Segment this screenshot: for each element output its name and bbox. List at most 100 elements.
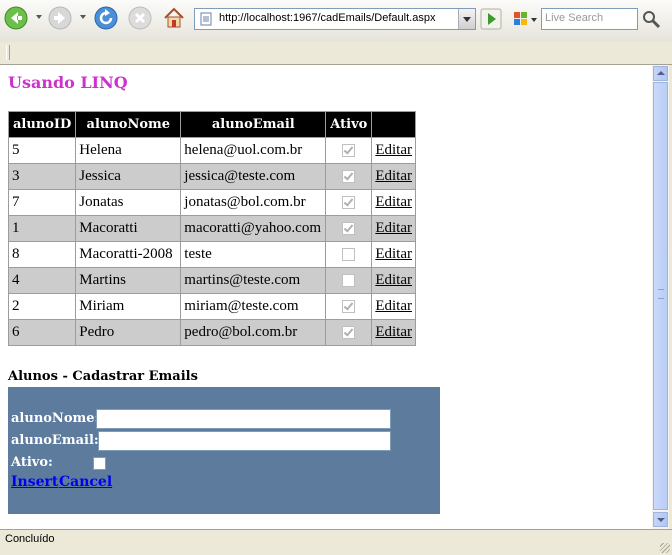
cell-actions: Editar [371, 215, 416, 242]
cell-alunoid: 1 [7, 215, 77, 242]
status-text: Concluído [5, 533, 55, 545]
aluno-email-input[interactable] [98, 431, 391, 451]
ativo-checkbox-readonly [342, 274, 356, 288]
cell-alunonome: Jessica [75, 163, 182, 190]
cell-actions: Editar [371, 189, 416, 216]
ativo-checkbox-readonly [342, 326, 356, 340]
home-button[interactable] [162, 6, 186, 30]
cell-actions: Editar [371, 137, 416, 164]
back-dropdown-icon[interactable] [36, 15, 42, 19]
form-title: Alunos - Cadastrar Emails [8, 369, 198, 384]
cell-ativo [325, 293, 373, 320]
search-input[interactable]: Live Search [541, 8, 638, 30]
stop-icon [128, 6, 152, 30]
table-row: 8 Macoratti-2008 teste Editar [7, 241, 416, 268]
table-row: 4 Martins martins@teste.com Editar [7, 267, 416, 294]
search-provider-button[interactable] [512, 9, 540, 29]
home-icon [164, 7, 184, 28]
page-viewport: Usando LINQ alunoID alunoNome alunoEmail… [0, 65, 652, 529]
scroll-up-button[interactable] [653, 66, 668, 81]
status-bar: Concluído [0, 529, 672, 555]
go-button[interactable] [480, 8, 502, 30]
address-dropdown-icon[interactable] [458, 9, 475, 29]
ativo-checkbox-readonly [342, 248, 356, 262]
ativo-checkbox[interactable] [93, 457, 106, 470]
cell-alunonome: Jonatas [75, 189, 182, 216]
links-bar [0, 42, 672, 65]
ativo-checkbox-readonly [342, 170, 356, 184]
back-button[interactable] [4, 6, 28, 30]
cell-alunoid: 3 [7, 163, 77, 190]
cell-actions: Editar [371, 163, 416, 190]
forward-dropdown-icon[interactable] [80, 15, 86, 19]
cell-ativo [325, 241, 373, 268]
cell-alunonome: Macoratti [75, 215, 182, 242]
windows-live-icon [514, 12, 537, 25]
scroll-down-button[interactable] [653, 512, 668, 527]
column-header-alunonome: alunoNome [75, 111, 182, 138]
alunos-grid: alunoID alunoNome alunoEmail Ativo 5 Hele… [7, 111, 416, 346]
vertical-scrollbar[interactable] [652, 65, 669, 529]
address-bar[interactable]: http://localhost:1967/cadEmails/Default.… [194, 8, 476, 30]
resize-grip[interactable] [660, 543, 670, 553]
ativo-checkbox-readonly [342, 144, 356, 158]
cell-actions: Editar [371, 267, 416, 294]
table-row: 3 Jessica jessica@teste.com Editar [7, 163, 416, 190]
magnifier-icon [643, 11, 661, 29]
ativo-checkbox-readonly [342, 222, 356, 236]
table-row: 1 Macoratti macoratti@yahoo.com Editar [7, 215, 416, 242]
page-title: Usando LINQ [8, 73, 128, 92]
column-header-alunoemail: alunoEmail [180, 111, 327, 138]
table-row: 6 Pedro pedro@bol.com.br Editar [7, 319, 416, 346]
cell-alunonome: Macoratti-2008 [75, 241, 182, 268]
edit-link[interactable]: Editar [375, 246, 412, 262]
table-row: 5 Helena helena@uol.com.br Editar [7, 137, 416, 164]
go-arrow-icon [480, 8, 502, 30]
cell-ativo [325, 137, 373, 164]
cell-alunoid: 7 [7, 189, 77, 216]
cell-alunoemail: jonatas@bol.com.br [180, 189, 327, 216]
grid-header-row: alunoID alunoNome alunoEmail Ativo [7, 111, 416, 138]
cell-alunonome: Martins [75, 267, 182, 294]
cell-ativo [325, 163, 373, 190]
cell-alunoemail: helena@uol.com.br [180, 137, 327, 164]
cell-ativo [325, 215, 373, 242]
cell-alunoid: 8 [7, 241, 77, 268]
edit-link[interactable]: Editar [375, 272, 412, 288]
forward-button[interactable] [48, 6, 72, 30]
edit-link[interactable]: Editar [375, 194, 412, 210]
edit-link[interactable]: Editar [375, 142, 412, 158]
cell-alunoemail: miriam@teste.com [180, 293, 327, 320]
cell-alunoemail: martins@teste.com [180, 267, 327, 294]
cell-alunoid: 5 [7, 137, 77, 164]
ativo-checkbox-readonly [342, 300, 356, 314]
aluno-email-label: alunoEmail: [11, 433, 99, 448]
cell-alunonome: Miriam [75, 293, 182, 320]
aluno-nome-input[interactable] [96, 409, 391, 429]
cell-ativo [325, 267, 373, 294]
stop-button[interactable] [128, 6, 152, 30]
cell-alunoemail: teste [180, 241, 327, 268]
edit-link[interactable]: Editar [375, 298, 412, 314]
cell-actions: Editar [371, 241, 416, 268]
edit-link[interactable]: Editar [375, 324, 412, 340]
cancel-link[interactable]: Cancel [59, 474, 112, 490]
back-arrow-icon [4, 6, 28, 30]
table-row: 7 Jonatas jonatas@bol.com.br Editar [7, 189, 416, 216]
edit-link[interactable]: Editar [375, 168, 412, 184]
cell-alunoemail: pedro@bol.com.br [180, 319, 327, 346]
insert-link[interactable]: Insert [11, 474, 58, 490]
ativo-checkbox-readonly [342, 196, 356, 210]
page-icon [200, 12, 212, 26]
cell-alunoid: 6 [7, 319, 77, 346]
cell-alunoemail: jessica@teste.com [180, 163, 327, 190]
refresh-button[interactable] [94, 6, 118, 30]
refresh-icon [94, 6, 118, 30]
scroll-thumb[interactable] [653, 82, 668, 510]
cell-alunonome: Pedro [75, 319, 182, 346]
forward-arrow-icon [48, 6, 72, 30]
search-button[interactable] [640, 8, 662, 30]
toolbar-grip[interactable] [6, 45, 10, 60]
column-header-actions [371, 111, 416, 138]
edit-link[interactable]: Editar [375, 220, 412, 236]
